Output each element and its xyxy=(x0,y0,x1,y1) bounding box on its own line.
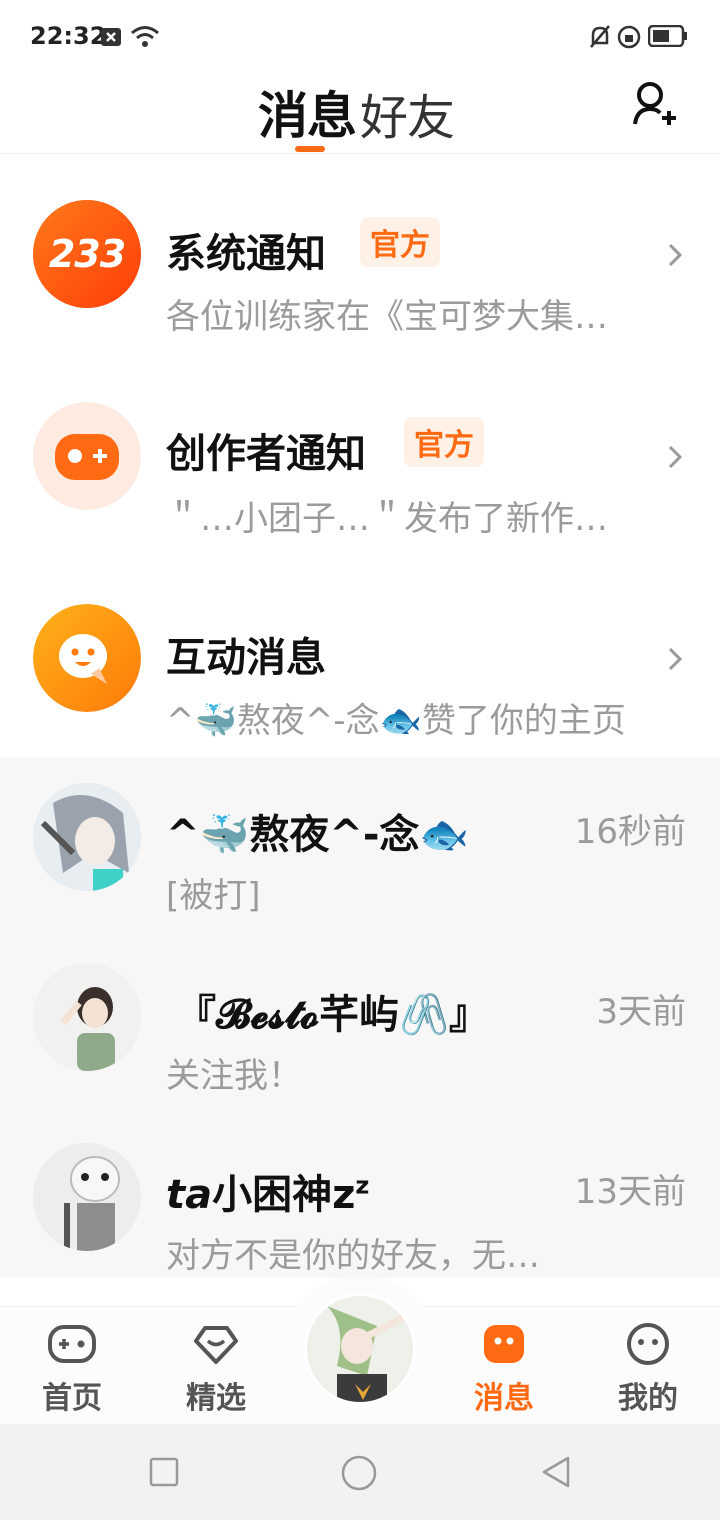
status-time: 22:32 xyxy=(30,22,107,50)
row-subtitle: ^🐳熬夜^-念🐟赞了你的主页 xyxy=(166,701,626,741)
chat-name-sup: z xyxy=(355,1171,370,1200)
header: 消息 好友 xyxy=(0,72,720,154)
tab-friends[interactable]: 好友 xyxy=(360,78,455,148)
nav-item-me[interactable]: 我的 xyxy=(598,1323,698,1417)
chat-name: 『𝓑𝓮𝓼𝓽𝓸芊屿🖇️』 xyxy=(176,992,489,1038)
avatar xyxy=(33,963,141,1071)
nav-label: 首页 xyxy=(42,1381,102,1416)
avatar xyxy=(33,783,141,891)
avatar xyxy=(33,1143,141,1251)
row-subtitle: ＂…小团子…＂发布了新作… xyxy=(166,499,608,539)
nav-label: 消息 xyxy=(474,1381,534,1416)
list-item-interaction[interactable]: 互动消息 ^🐳熬夜^-念🐟赞了你的主页 xyxy=(0,559,720,761)
row-subtitle: 各位训练家在《宝可梦大集… xyxy=(166,297,608,337)
chat-name: ta小困神zz xyxy=(166,1162,369,1220)
nav-item-featured[interactable]: 精选 xyxy=(166,1323,266,1417)
gamepad-icon xyxy=(33,402,141,510)
wifi-icon xyxy=(131,26,159,47)
233-logo-icon: 233 xyxy=(33,200,141,308)
nav-item-messages[interactable]: 消息 xyxy=(454,1323,554,1417)
home-circle-icon[interactable] xyxy=(340,1454,378,1492)
message-icon xyxy=(484,1325,524,1363)
tab-messages[interactable]: 消息 xyxy=(258,76,357,148)
list-item-system-notice[interactable]: 233 系统通知 官方 各位训练家在《宝可梦大集… xyxy=(0,155,720,357)
nav-label: 精选 xyxy=(186,1381,246,1416)
chat-time: 13天前 xyxy=(574,1172,686,1212)
nav-item-home[interactable]: 首页 xyxy=(22,1323,122,1417)
official-badge: 官方 xyxy=(404,417,484,467)
back-triangle-icon[interactable] xyxy=(538,1454,574,1490)
row-title: 创作者通知 xyxy=(166,431,366,477)
gamepad-outline-icon xyxy=(48,1325,96,1363)
list-item-creator-notice[interactable]: 创作者通知 官方 ＂…小团子…＂发布了新作… xyxy=(0,357,720,559)
row-title: 互动消息 xyxy=(166,635,326,681)
chat-name-rest: 小困神z xyxy=(212,1172,356,1218)
chat-item[interactable]: 『𝓑𝓮𝓼𝓽𝓸芊屿🖇️』 3天前 关注我！ xyxy=(0,938,720,1118)
chat-item[interactable]: ta小困神zz 13天前 对方不是你的好友，无… xyxy=(0,1118,720,1278)
row-title: 系统通知 xyxy=(166,231,326,277)
official-badge: 官方 xyxy=(360,217,440,267)
bottom-nav: 首页 精选 消息 我的 xyxy=(0,1277,720,1424)
chat-name-prefix: ta xyxy=(166,1172,213,1218)
nav-label: 我的 xyxy=(618,1381,678,1416)
233-logo-text: 233 xyxy=(48,232,126,276)
recent-apps-icon[interactable] xyxy=(148,1456,180,1488)
battery-icon xyxy=(648,25,687,47)
chat-name: ^🐳熬夜^-念🐟 xyxy=(166,812,470,858)
add-friend-icon[interactable] xyxy=(630,78,680,128)
chat-time: 3天前 xyxy=(596,992,686,1032)
heart-diamond-icon xyxy=(194,1326,238,1364)
rotation-lock-icon xyxy=(617,25,641,49)
chat-item[interactable]: ^🐳熬夜^-念🐟 16秒前 [被打] xyxy=(0,758,720,938)
face-icon xyxy=(627,1323,669,1365)
bell-off-icon xyxy=(590,25,610,48)
active-tab-indicator xyxy=(295,146,325,152)
chat-bubble-icon xyxy=(33,604,141,712)
notification-x-icon xyxy=(101,28,121,46)
chevron-right-icon xyxy=(668,647,683,671)
chat-preview: [被打] xyxy=(166,876,261,916)
chat-time: 16秒前 xyxy=(574,812,686,852)
chat-preview: 关注我！ xyxy=(166,1056,302,1096)
system-nav-bar xyxy=(0,1424,720,1520)
center-avatar-button[interactable] xyxy=(304,1293,416,1405)
chat-preview: 对方不是你的好友，无… xyxy=(166,1236,540,1276)
chevron-right-icon xyxy=(668,243,683,267)
status-bar: 22:32 xyxy=(0,0,720,72)
chevron-right-icon xyxy=(668,445,683,469)
